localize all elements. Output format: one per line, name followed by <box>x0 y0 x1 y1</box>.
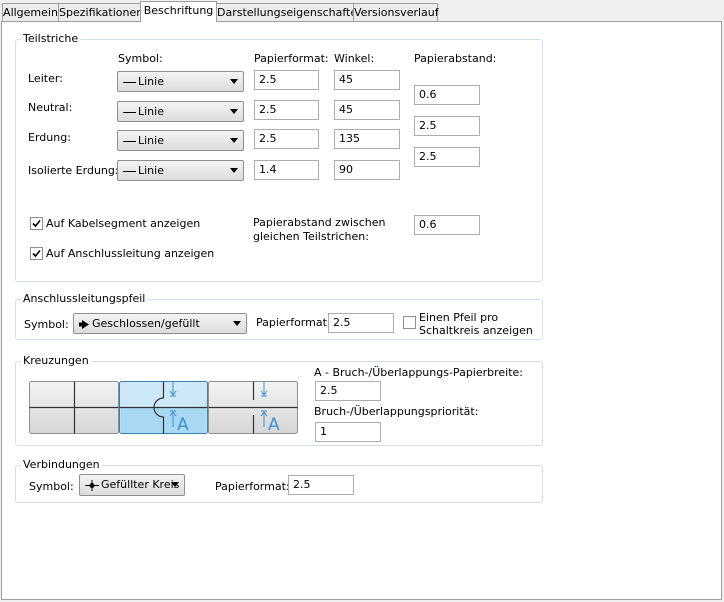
leiter-symbol-value: Linie <box>138 75 164 88</box>
filled-circle-icon <box>85 479 99 491</box>
symbol-header: Symbol: <box>118 52 163 65</box>
pfeil-papierformat-label: Papierformat: <box>256 316 331 329</box>
tab-bar: Allgemein Spezifikationen Beschriftung D… <box>0 0 724 22</box>
verbindungen-papierformat-label: Papierformat: <box>215 480 290 493</box>
papierabstand-input-2[interactable]: 2.5 <box>414 116 480 136</box>
chevron-down-icon <box>233 321 241 326</box>
neutral-papierformat-input[interactable]: 2.5 <box>254 100 319 120</box>
abstand-gleich-input[interactable]: 0.6 <box>414 215 480 235</box>
isolierte-erdung-winkel-input[interactable]: 90 <box>334 160 400 180</box>
verbindungen-symbol-label: Symbol: <box>29 480 74 493</box>
crossing-break-icon: A <box>208 381 298 435</box>
papierabstand-header: Papierabstand: <box>414 52 497 65</box>
erdung-symbol-value: Linie <box>138 134 164 147</box>
papierabstand-input-3[interactable]: 2.5 <box>414 147 480 167</box>
crossing-bridge-icon: A <box>119 381 208 435</box>
chevron-down-icon <box>230 79 238 84</box>
tile-letter-a: A <box>177 415 189 434</box>
line-icon <box>123 170 136 172</box>
leiter-papierformat-input[interactable]: 2.5 <box>254 70 319 90</box>
pfeil-pro-schaltkreis-checkbox[interactable] <box>403 316 416 329</box>
pfeil-papierformat-input[interactable]: 2.5 <box>328 313 394 333</box>
tab-beschriftung[interactable]: Beschriftung <box>140 1 217 22</box>
prioritaet-label: Bruch-/Überlappungspriorität: <box>314 405 479 418</box>
leiter-winkel-input[interactable]: 45 <box>334 70 400 90</box>
crossing-break-tile[interactable]: A <box>208 381 298 435</box>
erdung-symbol-combo[interactable]: Linie <box>117 130 244 151</box>
neutral-winkel-input[interactable]: 45 <box>334 100 400 120</box>
pfeil-pro-schaltkreis-label-line1[interactable]: Einen Pfeil pro <box>419 311 498 324</box>
line-icon <box>123 111 136 113</box>
tile-letter-a: A <box>268 415 280 434</box>
erdung-label: Erdung: <box>28 131 71 144</box>
verbindungen-papierformat-input[interactable]: 2.5 <box>288 475 354 495</box>
leiter-symbol-combo[interactable]: Linie <box>117 71 244 92</box>
erdung-papierformat-input[interactable]: 2.5 <box>254 129 319 149</box>
pfeil-symbol-value: Geschlossen/gefüllt <box>92 317 200 330</box>
breite-label: A - Bruch-/Überlappungs-Papierbreite: <box>314 366 524 379</box>
kabelsegment-checkbox[interactable] <box>30 217 43 230</box>
pfeil-symbol-label: Symbol: <box>24 318 69 331</box>
filled-arrow-icon <box>79 319 89 329</box>
kabelsegment-label[interactable]: Auf Kabelsegment anzeigen <box>46 217 200 230</box>
isolierte-erdung-symbol-combo[interactable]: Linie <box>117 160 244 181</box>
crossing-none-tile[interactable] <box>29 381 119 434</box>
tab-spezifikationen[interactable]: Spezifikationen <box>58 3 143 21</box>
erdung-winkel-input[interactable]: 135 <box>334 129 400 149</box>
verbindungen-title: Verbindungen <box>21 458 102 471</box>
leiter-label: Leiter: <box>28 72 63 85</box>
tab-allgemein[interactable]: Allgemein <box>2 3 59 21</box>
checkmark-icon <box>32 249 41 258</box>
papierabstand-input-1[interactable]: 0.6 <box>414 85 480 105</box>
line-icon <box>123 140 136 142</box>
pfeil-pro-schaltkreis-label-line2[interactable]: Schaltkreis anzeigen <box>419 324 533 337</box>
isolierte-erdung-symbol-value: Linie <box>138 164 164 177</box>
chevron-down-icon <box>230 109 238 114</box>
neutral-symbol-value: Linie <box>138 105 164 118</box>
kreuzungen-title: Kreuzungen <box>21 354 91 367</box>
teilstriche-title: Teilstriche <box>21 32 81 45</box>
checkmark-icon <box>32 219 41 228</box>
pfeil-symbol-combo[interactable]: Geschlossen/gefüllt <box>73 313 247 334</box>
abstand-gleich-label-line2: gleichen Teilstrichen: <box>253 230 369 243</box>
anschlussleitung-label[interactable]: Auf Anschlussleitung anzeigen <box>46 247 214 260</box>
abstand-gleich-label-line1: Papierabstand zwischen <box>253 216 386 229</box>
verbindungen-symbol-value: Gefüllter Kreis <box>101 478 180 491</box>
crossing-bridge-tile[interactable]: A <box>119 381 208 435</box>
neutral-symbol-combo[interactable]: Linie <box>117 101 244 122</box>
anschlussleitung-checkbox[interactable] <box>30 247 43 260</box>
papierformat-header: Papierformat: <box>254 52 329 65</box>
winkel-header: Winkel: <box>334 52 375 65</box>
isolierte-erdung-papierformat-input[interactable]: 1.4 <box>254 160 319 180</box>
line-icon <box>123 81 136 83</box>
tab-versionsverlauf[interactable]: Versionsverlauf <box>353 3 439 21</box>
verbindungen-symbol-combo[interactable]: Gefüllter Kreis <box>79 474 185 496</box>
breite-input[interactable]: 2.5 <box>315 381 381 401</box>
chevron-down-icon <box>171 482 179 487</box>
neutral-label: Neutral: <box>28 101 73 114</box>
chevron-down-icon <box>230 168 238 173</box>
crossing-plain-icon <box>29 381 119 434</box>
pfeil-title: Anschlussleitungspfeil <box>21 292 148 305</box>
tab-darstellungseigenschaften[interactable]: Darstellungseigenschaften <box>216 3 364 21</box>
chevron-down-icon <box>230 138 238 143</box>
prioritaet-input[interactable]: 1 <box>315 422 381 442</box>
isolierte-erdung-label: Isolierte Erdung: <box>28 164 119 177</box>
